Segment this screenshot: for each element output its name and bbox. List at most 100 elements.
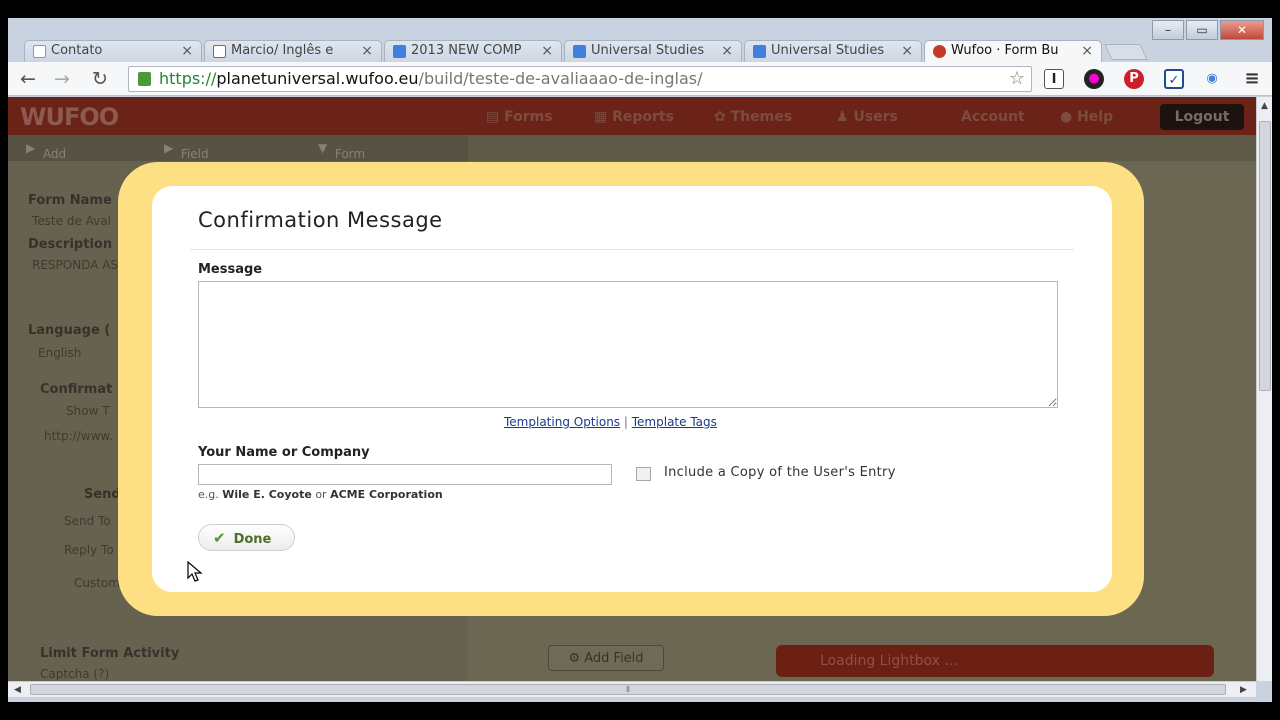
redirect-url[interactable]: http://www. <box>44 429 113 443</box>
example-or: or <box>315 488 327 501</box>
vertical-scrollbar[interactable]: ▲ <box>1256 97 1272 681</box>
close-icon[interactable]: × <box>901 41 913 61</box>
divider <box>190 249 1074 250</box>
mouse-cursor-icon <box>187 561 203 582</box>
reload-icon[interactable]: ↻ <box>92 68 108 90</box>
vertical-scroll-thumb[interactable] <box>1259 121 1271 391</box>
include-copy-label: Include a Copy of the User's Entry <box>664 465 896 480</box>
tab-label: Universal Studies <box>771 43 885 58</box>
tab-add-field[interactable]: ▶ Add a Field <box>26 141 71 189</box>
name-label: Your Name or Company <box>198 445 370 460</box>
tab-label: Marcio/ Inglês e <box>231 43 334 58</box>
description-label: Description <box>28 237 113 252</box>
scroll-right-icon[interactable]: ▶ <box>1240 685 1247 695</box>
checklist-icon[interactable]: ✓ <box>1164 69 1184 89</box>
confirmation-dialog: Confirmation Message Message Templating … <box>152 186 1112 592</box>
scroll-left-icon[interactable]: ◀ <box>14 685 21 695</box>
color-picker-icon[interactable]: ● <box>1084 69 1104 89</box>
docs-icon <box>393 45 406 58</box>
translate-icon[interactable]: ◉ <box>1202 69 1222 89</box>
add-field-button[interactable]: ⚙ Add Field <box>548 645 664 671</box>
logout-button[interactable]: Logout <box>1160 104 1244 130</box>
nav-reports[interactable]: ▦ Reports <box>594 109 674 125</box>
tab-universal-1[interactable]: Universal Studies × <box>564 40 742 62</box>
message-textarea[interactable] <box>198 281 1058 408</box>
name-input[interactable] <box>198 464 612 485</box>
form-name-label: Form Name <box>28 193 112 208</box>
include-copy-checkbox[interactable] <box>636 467 651 481</box>
docs-icon <box>753 45 766 58</box>
example-name-1: Wile E. Coyote <box>222 488 312 501</box>
wufoo-logo[interactable]: WUFOO <box>20 103 119 131</box>
done-label: Done <box>233 531 272 547</box>
url-path: /build/teste-de-avaliaaao-de-inglas/ <box>418 69 703 88</box>
address-bar[interactable]: https://planetuniversal.wufoo.eu/build/t… <box>128 66 1032 92</box>
tab-label: 2013 NEW COMP <box>411 43 522 58</box>
tab-universal-2[interactable]: Universal Studies × <box>744 40 922 62</box>
tab-label: Contato <box>51 43 103 58</box>
nav-label: Help <box>1077 109 1114 125</box>
loading-lightbox-bar: Loading Lightbox ... <box>776 645 1214 677</box>
show-text-option[interactable]: Show T <box>66 404 110 418</box>
nav-account[interactable]: Account <box>961 109 1025 125</box>
bookmark-star-icon[interactable]: ☆ <box>1009 67 1025 91</box>
close-icon[interactable]: × <box>1081 41 1093 61</box>
tab-wufoo[interactable]: Wufoo · Form Bu × <box>924 40 1102 62</box>
example-prefix: e.g. <box>198 488 219 501</box>
builder-subtabs: ▶ Add a Field ▶ Field Settings ▼ Form Se… <box>8 135 468 189</box>
link-separator: | <box>623 415 628 429</box>
horizontal-scroll-thumb[interactable]: ⦀ <box>30 684 1226 695</box>
tab-label: Universal Studies <box>591 43 705 58</box>
new-tab-button[interactable] <box>1104 44 1148 60</box>
tab-contato[interactable]: Contato × <box>24 40 202 62</box>
send-to-label: Send To <box>64 514 111 528</box>
templating-options-link[interactable]: Templating Options <box>504 415 620 429</box>
menu-icon[interactable]: ≡ <box>1242 69 1262 89</box>
close-icon[interactable]: × <box>541 41 553 61</box>
close-window-button[interactable]: ✕ <box>1220 20 1264 40</box>
description-value[interactable]: RESPONDA AS <box>32 258 118 272</box>
confirmation-label: Confirmat <box>40 382 113 397</box>
back-icon[interactable]: ← <box>20 68 36 90</box>
close-icon[interactable]: × <box>721 41 733 61</box>
page-icon <box>33 45 46 58</box>
tab-field-settings[interactable]: ▶ Field Settings <box>164 141 230 175</box>
nav-users[interactable]: ♟ Users <box>836 109 898 125</box>
form-name-value[interactable]: Teste de Aval <box>32 214 111 228</box>
docs-icon <box>573 45 586 58</box>
tab-gmail[interactable]: Marcio/ Inglês e × <box>204 40 382 62</box>
forward-icon[interactable]: → <box>54 68 70 90</box>
maximize-button[interactable]: ▭ <box>1186 20 1218 40</box>
language-select[interactable]: English <box>38 346 81 360</box>
url-scheme: https:// <box>159 69 217 88</box>
nav-label: Users <box>853 109 898 125</box>
customize-button[interactable]: Custom <box>74 576 120 590</box>
wufoo-header: WUFOO ▤ Forms ▦ Reports ✿ Themes ♟ Users… <box>8 97 1256 135</box>
tab-docs-comp[interactable]: 2013 NEW COMP × <box>384 40 562 62</box>
close-icon[interactable]: × <box>361 41 373 61</box>
tab-form-settings[interactable]: ▼ Form Settings <box>318 141 384 175</box>
tab-strip: Contato × Marcio/ Inglês e × 2013 NEW CO… <box>8 40 1272 62</box>
url-host: planetuniversal.wufoo.eu <box>216 69 419 88</box>
nav-themes[interactable]: ✿ Themes <box>714 109 792 125</box>
horizontal-scrollbar[interactable]: ◀ ⦀ ▶ <box>8 681 1256 697</box>
send-label: Send <box>84 487 121 502</box>
minimize-button[interactable]: – <box>1152 20 1184 40</box>
pinterest-icon[interactable]: P <box>1124 69 1144 89</box>
scroll-up-icon[interactable]: ▲ <box>1261 101 1268 111</box>
nav-forms[interactable]: ▤ Forms <box>486 109 553 125</box>
nav-help[interactable]: ● Help <box>1060 109 1113 125</box>
nav-label: Forms <box>504 109 553 125</box>
example-name-2: ACME Corporation <box>330 488 443 501</box>
message-label: Message <box>198 262 263 277</box>
instapaper-icon[interactable]: I <box>1044 69 1064 89</box>
dialog-title: Confirmation Message <box>198 208 443 232</box>
limit-activity-label: Limit Form Activity <box>40 646 180 661</box>
close-icon[interactable]: × <box>181 41 193 61</box>
template-tags-link[interactable]: Template Tags <box>632 415 717 429</box>
tab-label: Wufoo · Form Bu <box>951 43 1059 58</box>
nav-label: Reports <box>612 109 674 125</box>
done-button[interactable]: ✔ Done <box>198 524 295 551</box>
browser-toolbar: ← → ↻ https://planetuniversal.wufoo.eu/b… <box>8 62 1272 96</box>
wufoo-icon <box>933 45 946 58</box>
